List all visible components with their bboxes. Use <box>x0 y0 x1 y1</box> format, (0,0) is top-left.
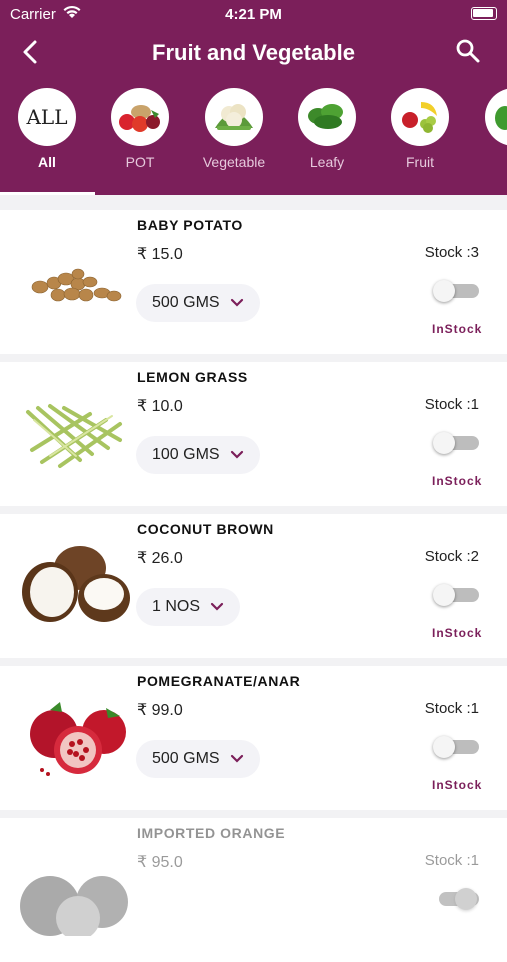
product-price: ₹ 95.0 <box>137 854 183 871</box>
category-label: Leafy <box>309 154 345 170</box>
category-label: All <box>38 154 56 170</box>
lemon-grass-image <box>26 404 122 468</box>
product-card[interactable]: IMPORTED ORANGE ₹ 95.0 Stock :1 <box>0 818 507 962</box>
category-exotic[interactable]: Ex <box>474 88 507 170</box>
pot-image <box>111 88 169 146</box>
unit-selector[interactable]: 1 NOS <box>136 588 241 626</box>
unit-selector[interactable]: 500 GMS <box>136 740 260 778</box>
stock-count: Stock :1 <box>424 700 479 717</box>
all-logo-text: ALL <box>26 105 68 129</box>
category-label: Fruit <box>406 154 434 170</box>
battery-icon <box>471 7 497 20</box>
category-label: Vegetable <box>202 154 266 170</box>
category-all-circle: ALL <box>18 88 76 146</box>
stock-count: Stock :2 <box>424 548 479 565</box>
unit-label: 1 NOS <box>152 598 201 615</box>
pot-veg-image <box>119 105 160 132</box>
orange-image <box>20 876 128 936</box>
availability-label: InStock <box>432 322 483 336</box>
unit-selector[interactable]: 500 GMS <box>136 284 260 322</box>
app-header: Carrier 4:21 PM Fruit and Vegetable ALL … <box>0 0 507 195</box>
pomegranate-image <box>30 702 126 776</box>
search-icon[interactable] <box>455 38 481 64</box>
product-price: ₹ 99.0 <box>137 702 183 719</box>
stock-toggle[interactable] <box>433 888 479 910</box>
stock-toggle[interactable] <box>433 736 479 758</box>
unit-label: 500 GMS <box>152 294 220 311</box>
leafy-image <box>298 88 356 146</box>
availability-label: InStock <box>432 474 483 488</box>
unit-selector[interactable]: 100 GMS <box>136 436 260 474</box>
stock-count: Stock :1 <box>424 852 479 869</box>
product-card[interactable]: BABY POTATO ₹ 15.0 500 GMS Stock :3 InSt… <box>0 210 507 354</box>
availability-label: InStock <box>432 778 483 792</box>
unit-label: 100 GMS <box>152 446 220 463</box>
stock-count: Stock :3 <box>424 244 479 261</box>
baby-potato-image <box>31 268 122 302</box>
cauliflower-image <box>215 104 253 130</box>
product-price: ₹ 10.0 <box>137 398 183 415</box>
unit-label: 500 GMS <box>152 750 220 767</box>
stock-toggle[interactable] <box>433 432 479 454</box>
category-vegetable[interactable]: Vegetable <box>194 88 274 170</box>
product-name: COCONUT BROWN <box>137 521 274 537</box>
chevron-down-icon <box>230 298 243 307</box>
product-name: IMPORTED ORANGE <box>137 825 286 841</box>
fruit-image <box>391 88 449 146</box>
nav-bar: Fruit and Vegetable <box>0 30 507 74</box>
status-time: 4:21 PM <box>225 6 282 23</box>
stock-toggle[interactable] <box>433 280 479 302</box>
product-card[interactable]: POMEGRANATE/ANAR ₹ 99.0 500 GMS Stock :1… <box>0 666 507 810</box>
product-name: BABY POTATO <box>137 217 243 233</box>
category-all[interactable]: ALL All <box>7 88 87 170</box>
chevron-down-icon <box>230 754 243 763</box>
product-card[interactable]: LEMON GRASS ₹ 10.0 100 GMS Stock :1 InSt… <box>0 362 507 506</box>
page-title: Fruit and Vegetable <box>152 40 355 65</box>
leafy-greens-image <box>308 104 343 129</box>
exotic-veg-image <box>495 106 507 130</box>
stock-count: Stock :1 <box>424 396 479 413</box>
category-pot[interactable]: POT <box>100 88 180 170</box>
product-price: ₹ 26.0 <box>137 550 183 567</box>
product-name: LEMON GRASS <box>137 369 248 385</box>
stock-toggle[interactable] <box>433 584 479 606</box>
fruits-image <box>402 102 437 133</box>
category-strip: ALL All POT Vegetable Leafy Fruit <box>0 88 507 188</box>
category-label: POT <box>125 154 155 170</box>
category-fruit[interactable]: Fruit <box>380 88 460 170</box>
product-price: ₹ 15.0 <box>137 246 183 263</box>
vegetable-image <box>205 88 263 146</box>
coconut-image <box>22 546 130 622</box>
chevron-down-icon <box>210 602 224 611</box>
category-label: Ex <box>474 154 507 170</box>
availability-label: InStock <box>432 626 483 640</box>
active-tab-indicator <box>0 192 95 195</box>
product-card[interactable]: COCONUT BROWN ₹ 26.0 1 NOS Stock :2 InSt… <box>0 514 507 658</box>
category-leafy[interactable]: Leafy <box>287 88 367 170</box>
exotic-image <box>485 88 507 146</box>
chevron-down-icon <box>230 450 243 459</box>
product-name: POMEGRANATE/ANAR <box>137 673 301 689</box>
status-bar: Carrier 4:21 PM <box>0 0 507 28</box>
